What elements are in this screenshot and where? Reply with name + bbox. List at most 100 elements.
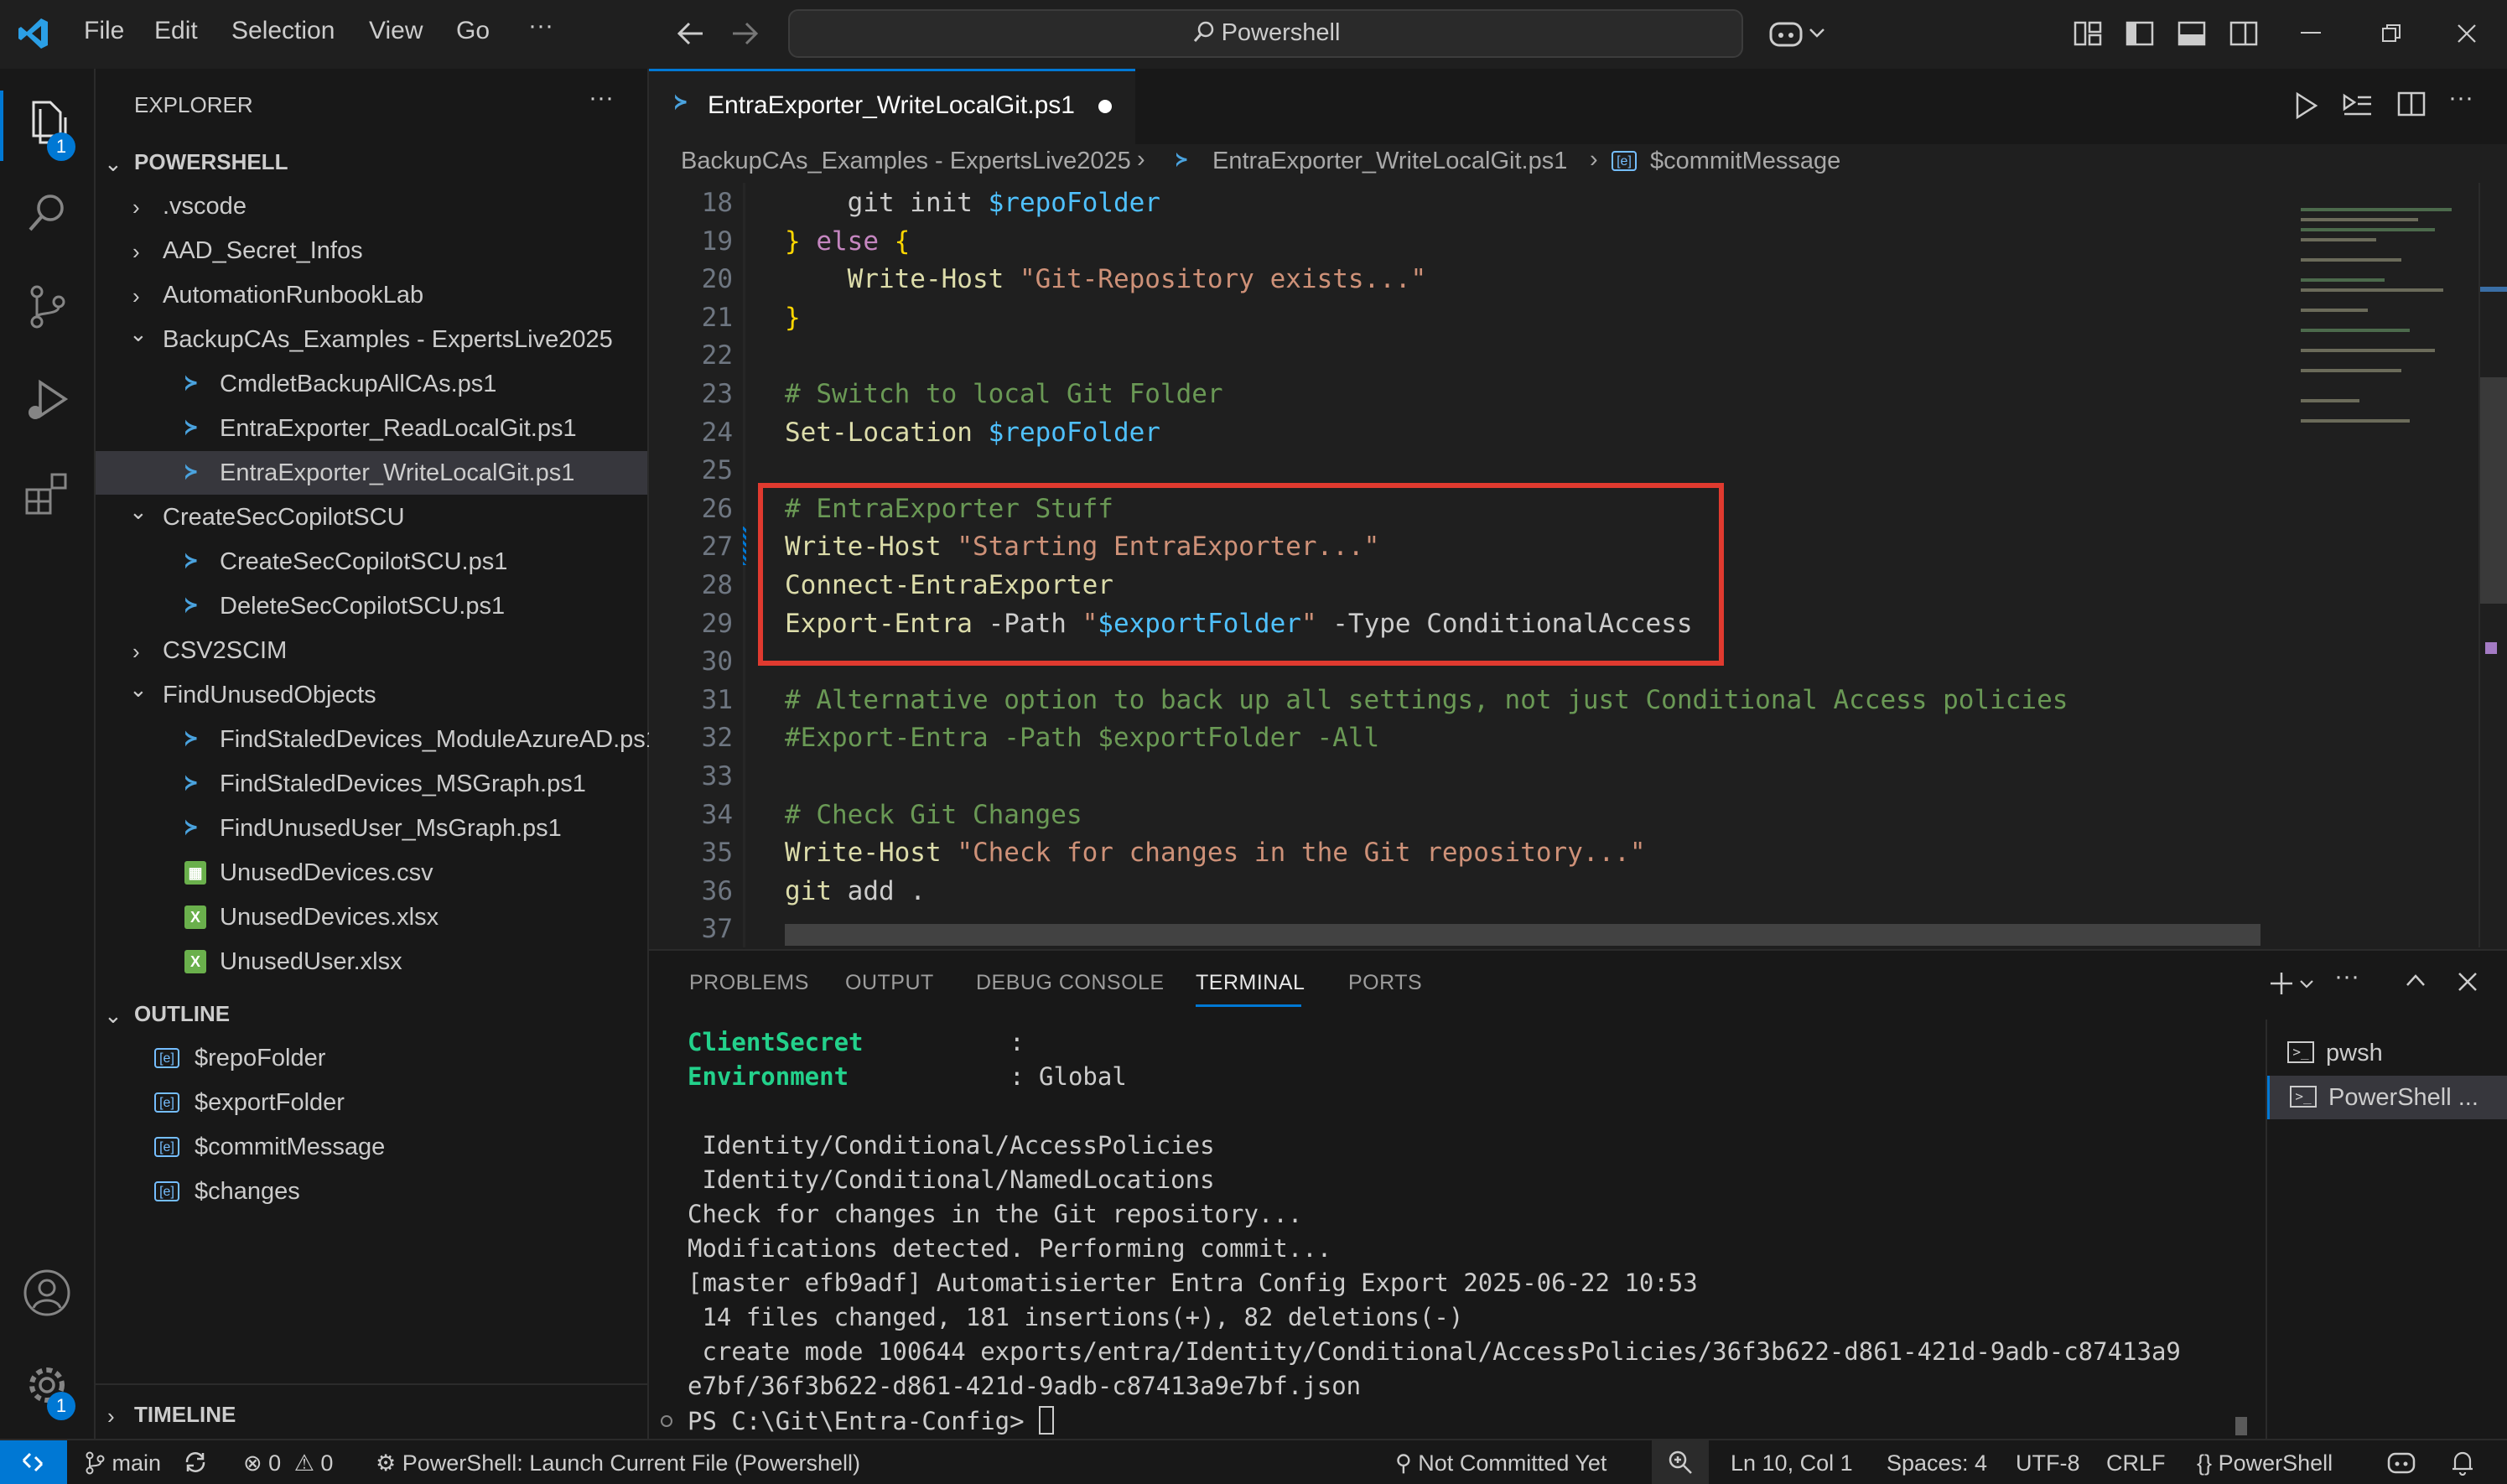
outline-item[interactable]: [e] $exportFolder [96, 1081, 647, 1124]
launch-config[interactable]: ⚙ PowerShell: Launch Current File (Power… [376, 1450, 860, 1476]
command-center-search[interactable]: Powershell [788, 9, 1743, 58]
code-line[interactable]: 36 git add . [649, 871, 2292, 910]
folder-backupcas-examples-expertslive2025[interactable]: ⌄ BackupCAs_Examples - ExpertsLive2025 [96, 318, 647, 361]
run-file-icon[interactable] [2292, 91, 2319, 121]
new-terminal-plus-icon[interactable] [2267, 969, 2296, 998]
file-createseccopilotscu-ps1[interactable]: ≻ CreateSecCopilotSCU.ps1 [96, 540, 647, 584]
terminal-instance[interactable]: >_ pwsh [2267, 1031, 2507, 1075]
breadcrumb-folder[interactable]: BackupCAs_Examples - ExpertsLive2025 [681, 148, 1131, 175]
breadcrumb-symbol[interactable]: $commitMessage [1650, 148, 1840, 175]
zoom-indicator[interactable] [1652, 1440, 1709, 1484]
menu-more[interactable]: ··· [528, 12, 553, 40]
outline-item[interactable]: [e] $changes [96, 1170, 647, 1213]
run-selection-icon[interactable] [2341, 91, 2375, 121]
tab-debug-console[interactable]: DEBUG CONSOLE [976, 971, 1165, 995]
code-line[interactable]: 24 Set-Location $repoFolder [649, 413, 2292, 451]
notifications-bell-icon[interactable] [2450, 1449, 2475, 1476]
code-line[interactable]: 34 # Check Git Changes [649, 795, 2292, 833]
file-findstaleddevices-msgraph-ps1[interactable]: ≻ FindStaledDevices_MSGraph.ps1 [96, 762, 647, 806]
code-line[interactable]: 35 Write-Host "Check for changes in the G… [649, 833, 2292, 871]
code-line[interactable]: 32 #Export-Entra -Path $exportFolder -All [649, 718, 2292, 756]
tab-ports[interactable]: PORTS [1348, 971, 1422, 995]
customize-layout-icon[interactable] [2073, 18, 2103, 49]
timeline-header[interactable]: › TIMELINE [96, 1393, 647, 1437]
code-line[interactable]: 23 # Switch to local Git Folder [649, 374, 2292, 413]
extensions-icon[interactable] [22, 470, 72, 520]
terminal-scrollbar[interactable] [2235, 1417, 2247, 1435]
code-line[interactable]: 31 # Alternative option to back up all se… [649, 680, 2292, 719]
unsaved-dot-icon[interactable] [1098, 100, 1112, 113]
file-cmdletbackupallcas-ps1[interactable]: ≻ CmdletBackupAllCAs.ps1 [96, 362, 647, 406]
cursor-position[interactable]: Ln 10, Col 1 [1731, 1450, 1853, 1476]
terminal-output[interactable]: ClientSecret : Environment : Global Ident… [688, 1028, 2264, 1435]
sync-icon[interactable] [183, 1450, 208, 1474]
split-editor-icon[interactable] [2396, 89, 2427, 119]
code-line[interactable]: 21} [649, 298, 2292, 336]
code-line[interactable]: 33 [649, 756, 2292, 795]
menu-edit[interactable]: Edit [154, 17, 198, 45]
tab-entraexporter-writelocalgit[interactable]: ≻ EntraExporter_WriteLocalGit.ps1 [649, 69, 1135, 144]
code-line[interactable]: 19} else { [649, 221, 2292, 260]
code-line[interactable]: 18 git init $repoFolder [649, 183, 2292, 221]
menu-go[interactable]: Go [456, 17, 490, 45]
restore-icon[interactable] [2381, 23, 2401, 44]
menu-view[interactable]: View [369, 17, 423, 45]
minimize-icon[interactable] [2301, 32, 2321, 35]
outline-header[interactable]: ⌄ OUTLINE [96, 993, 647, 1036]
search-sidebar-icon[interactable] [22, 188, 72, 238]
folder-csv2scim[interactable]: › CSV2SCIM [96, 629, 647, 672]
explorer-more-button[interactable]: ··· [589, 84, 614, 112]
toggle-secondary-sidebar-icon[interactable] [2229, 18, 2259, 49]
terminal-profiles-chevron-down-icon[interactable] [2299, 979, 2314, 989]
branch-indicator[interactable]: main [84, 1450, 161, 1476]
remote-indicator[interactable] [0, 1440, 67, 1484]
tab-terminal[interactable]: TERMINAL [1196, 971, 1305, 995]
problems-indicator[interactable]: ⊗ 0 ⚠ 0 [243, 1450, 333, 1476]
outline-item[interactable]: [e] $repoFolder [96, 1036, 647, 1080]
copilot-status-icon[interactable] [2386, 1449, 2416, 1476]
encoding[interactable]: UTF-8 [2016, 1450, 2080, 1476]
vertical-scrollbar-thumb[interactable] [2480, 377, 2507, 604]
folder-findunusedobjects[interactable]: ⌄ FindUnusedObjects [96, 673, 647, 717]
folder-aad-secret-infos[interactable]: › AAD_Secret_Infos [96, 229, 647, 272]
folder-vscode[interactable]: › .vscode [96, 184, 647, 228]
file-unuseddevices-xlsx[interactable]: X UnusedDevices.xlsx [96, 895, 647, 939]
file-entraexporter-readlocalgit-ps1[interactable]: ≻ EntraExporter_ReadLocalGit.ps1 [96, 407, 647, 450]
folder-createseccopilotscu[interactable]: ⌄ CreateSecCopilotSCU [96, 496, 647, 539]
outline-item[interactable]: [e] $commitMessage [96, 1125, 647, 1169]
breadcrumb-file[interactable]: EntraExporter_WriteLocalGit.ps1 [1212, 148, 1567, 175]
forward-arrow-icon[interactable] [729, 20, 760, 47]
tab-output[interactable]: OUTPUT [845, 971, 934, 995]
panel-more-button[interactable]: ··· [2334, 963, 2359, 991]
run-and-debug-icon[interactable] [22, 376, 72, 426]
close-panel-icon[interactable] [2457, 971, 2478, 993]
language-mode[interactable]: {} PowerShell [2197, 1450, 2333, 1476]
back-arrow-icon[interactable] [676, 20, 706, 47]
file-findstaleddevices-moduleazuread-ps1[interactable]: ≻ FindStaledDevices_ModuleAzureAD.ps1 [96, 718, 659, 761]
folder-automationrunbooklab[interactable]: › AutomationRunbookLab [96, 273, 647, 317]
end-of-line[interactable]: CRLF [2106, 1450, 2166, 1476]
editor-more-button[interactable]: ··· [2448, 84, 2473, 112]
close-window-icon[interactable] [2457, 23, 2477, 44]
file-unuseduser-xlsx[interactable]: X UnusedUser.xlsx [96, 940, 647, 983]
toggle-panel-icon[interactable] [2177, 18, 2207, 49]
maximize-panel-chevron-up-icon[interactable] [2405, 973, 2427, 988]
file-findunuseduser-msgraph-ps1[interactable]: ≻ FindUnusedUser_MsGraph.ps1 [96, 807, 647, 850]
accounts-icon[interactable] [22, 1268, 72, 1318]
copilot-chevron-down-icon[interactable] [1808, 27, 1826, 40]
file-entraexporter-writelocalgit-ps1[interactable]: ≻ EntraExporter_WriteLocalGit.ps1 [96, 451, 647, 495]
code-line[interactable]: 22 [649, 335, 2292, 374]
menu-selection[interactable]: Selection [231, 17, 335, 45]
horizontal-scrollbar[interactable] [785, 924, 2260, 946]
workspace-root[interactable]: ⌄ POWERSHELL [96, 141, 647, 184]
menu-file[interactable]: File [84, 17, 124, 45]
minimap[interactable] [2292, 183, 2507, 947]
file-unuseddevices-csv[interactable]: ▦ UnusedDevices.csv [96, 851, 647, 895]
tab-problems[interactable]: PROBLEMS [689, 971, 809, 995]
file-deleteseccopilotscu-ps1[interactable]: ≻ DeleteSecCopilotSCU.ps1 [96, 584, 647, 628]
terminal-instance[interactable]: >_ PowerShell ... [2267, 1076, 2507, 1119]
git-blame-indicator[interactable]: ⚲ Not Committed Yet [1395, 1450, 1606, 1476]
indentation[interactable]: Spaces: 4 [1887, 1450, 1987, 1476]
source-control-icon[interactable] [22, 282, 72, 332]
copilot-icon[interactable] [1767, 17, 1804, 50]
